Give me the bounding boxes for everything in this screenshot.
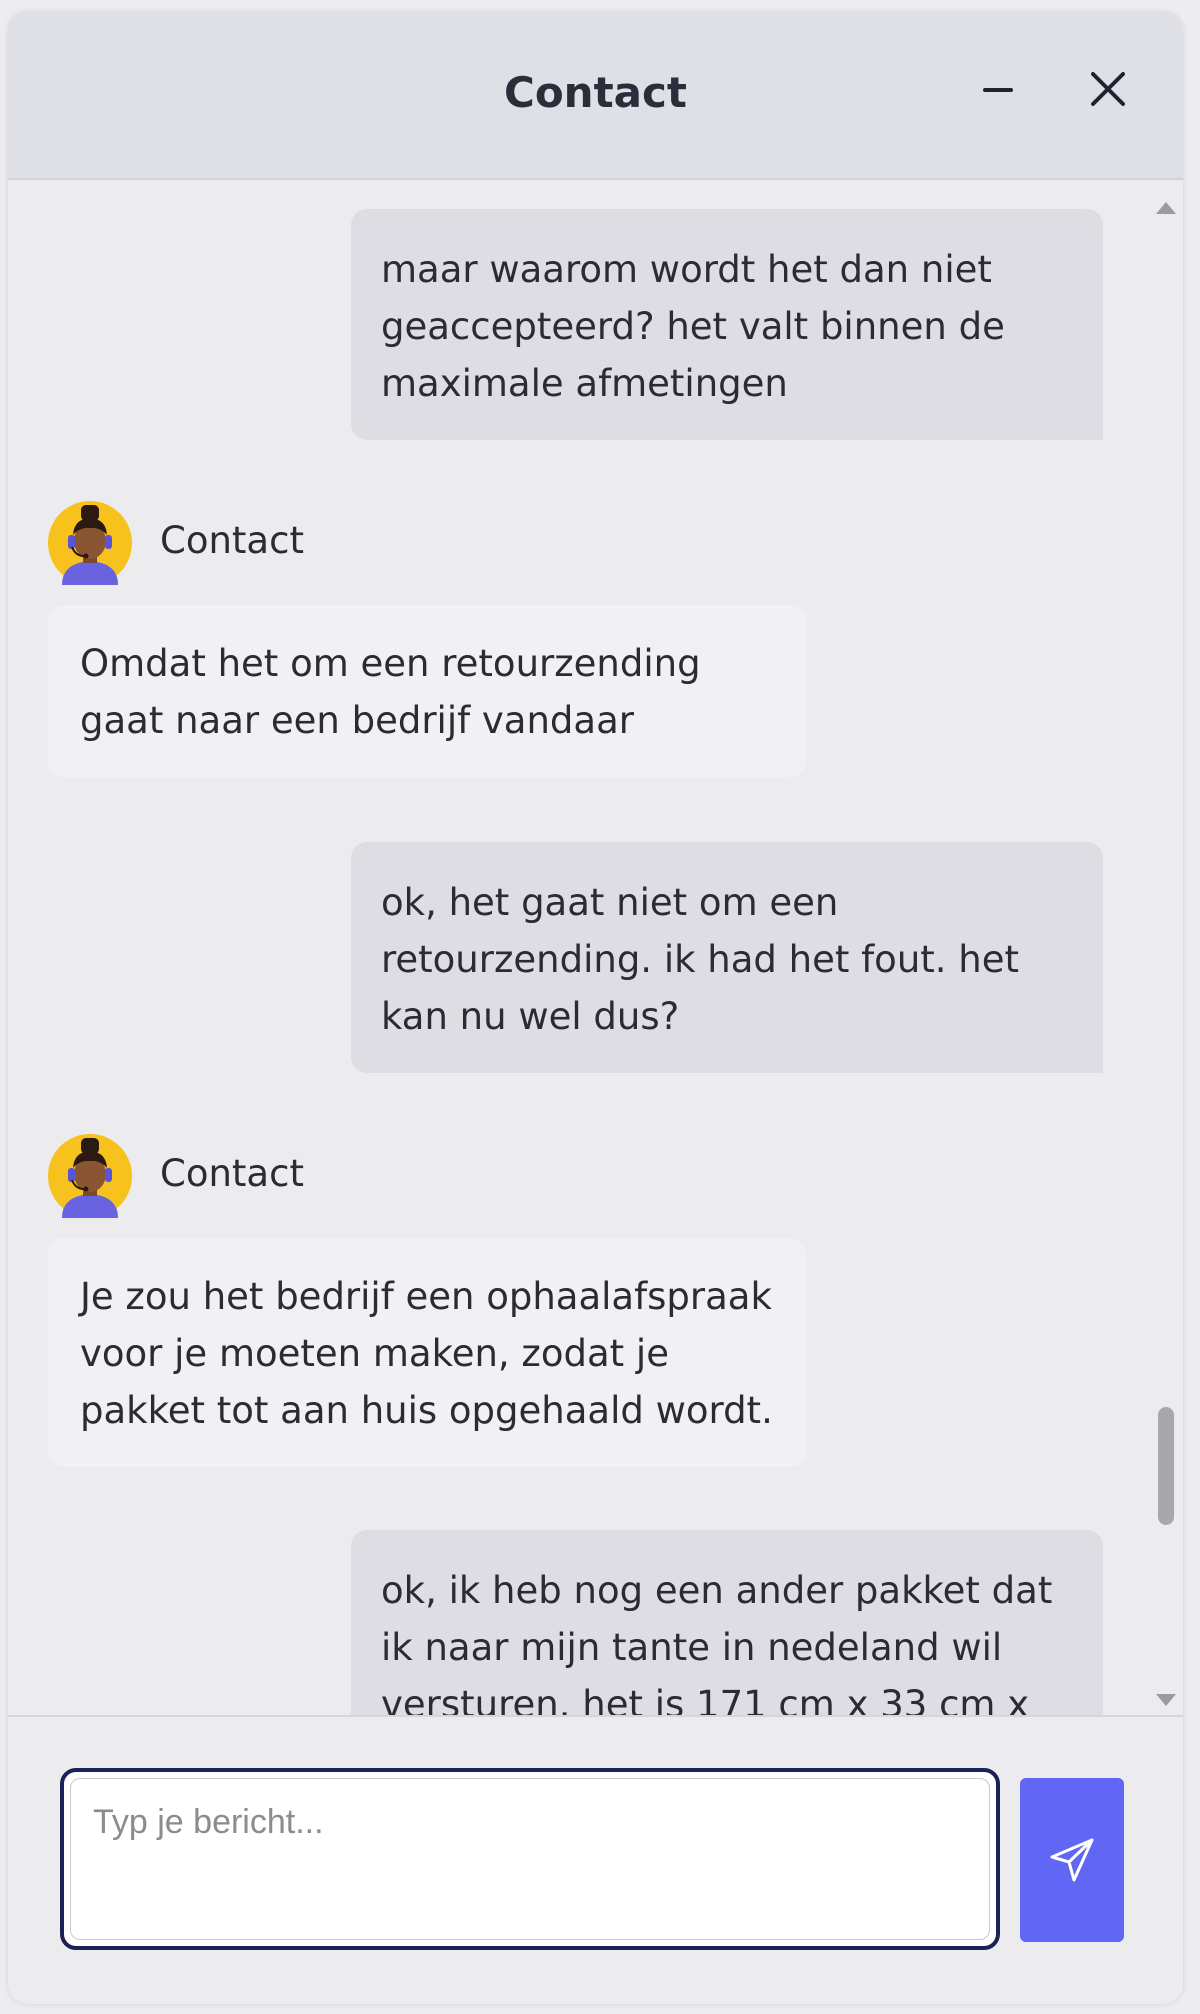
chat-header: Contact (8, 12, 1183, 180)
chat-window: Contact maar waarom wordt het dan niet g… (8, 12, 1183, 2004)
user-message: ok, het gaat niet om een retourzending. … (351, 842, 1103, 1073)
send-icon (1050, 1838, 1094, 1882)
agent-avatar (48, 501, 132, 585)
composer (8, 1715, 1183, 2004)
minimize-icon (983, 88, 1013, 92)
minimize-button[interactable] (968, 60, 1028, 120)
scroll-thumb[interactable] (1158, 1407, 1174, 1525)
arrow-up-icon (1156, 202, 1176, 214)
arrow-down-icon (1156, 1694, 1176, 1706)
user-message: maar waarom wordt het dan niet geaccepte… (351, 209, 1103, 440)
close-button[interactable] (1078, 60, 1138, 120)
close-icon (1091, 72, 1125, 106)
agent-message: Omdat het om een retourzending gaat naar… (48, 605, 806, 777)
user-message: ok, ik heb nog een ander pakket dat ik n… (351, 1530, 1103, 1715)
scrollbar[interactable] (1151, 180, 1181, 1715)
agent-message: Je zou het bedrijf een ophaalafspraak vo… (48, 1238, 806, 1467)
send-button[interactable] (1020, 1778, 1124, 1942)
message-list[interactable]: maar waarom wordt het dan niet geaccepte… (8, 180, 1183, 1715)
agent-name: Contact (160, 1152, 304, 1195)
scroll-up-button[interactable] (1154, 198, 1178, 218)
scroll-down-button[interactable] (1154, 1690, 1178, 1710)
agent-name: Contact (160, 519, 304, 562)
message-input-wrapper (60, 1768, 1000, 1950)
message-input[interactable] (70, 1778, 990, 1940)
agent-avatar (48, 1134, 132, 1218)
